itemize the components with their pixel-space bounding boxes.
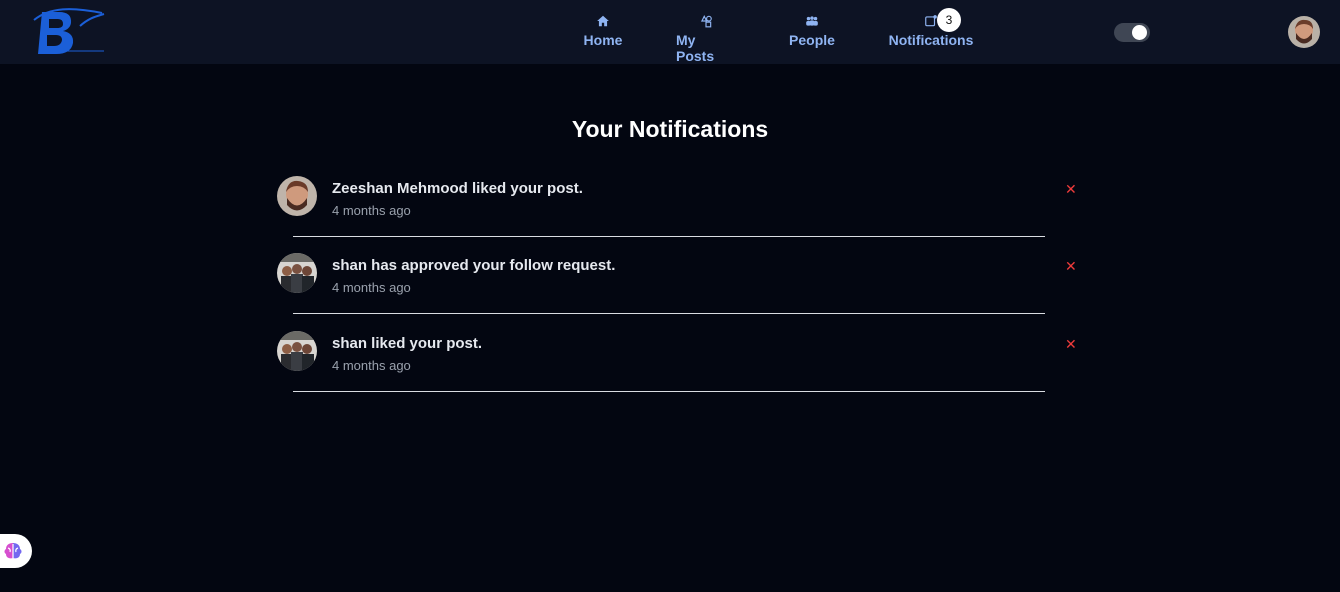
- theme-toggle[interactable]: [1114, 23, 1150, 42]
- top-navigation-bar: Home My Posts People Notifications 3: [0, 0, 1340, 64]
- notification-avatar[interactable]: [277, 253, 317, 293]
- notification-time: 4 months ago: [332, 358, 411, 373]
- nav-my-posts[interactable]: My Posts: [676, 14, 736, 64]
- people-icon: [806, 16, 818, 26]
- nav-my-posts-label: My Posts: [676, 32, 715, 64]
- notification-text: shan liked your post.: [332, 335, 483, 352]
- notification-text: shan has approved your follow request.: [332, 257, 616, 274]
- divider: [293, 391, 1045, 392]
- notification-text: Zeeshan Mehmood liked your post.: [332, 180, 583, 197]
- page-title: Your Notifications: [571, 116, 769, 142]
- shapes-icon: [700, 15, 712, 28]
- notification-time: 4 months ago: [332, 280, 411, 295]
- notifications-count-badge: 3: [937, 8, 961, 32]
- close-icon[interactable]: ✕: [1065, 337, 1077, 351]
- user-avatar[interactable]: [1288, 16, 1320, 48]
- nav-home-label: Home: [583, 32, 623, 48]
- nav-people[interactable]: People: [789, 14, 835, 48]
- close-icon[interactable]: ✕: [1065, 259, 1077, 273]
- notification-avatar[interactable]: [277, 331, 317, 371]
- home-icon: [597, 15, 609, 27]
- toggle-knob: [1132, 25, 1147, 40]
- notification-time: 4 months ago: [332, 203, 411, 218]
- brain-icon: [4, 543, 22, 559]
- notification-item: Zeeshan Mehmood liked your post. 4 month…: [277, 176, 1077, 254]
- divider: [293, 313, 1045, 314]
- assistant-button[interactable]: [0, 534, 32, 568]
- nav-home[interactable]: Home: [583, 14, 623, 48]
- brand-logo[interactable]: [32, 6, 112, 58]
- nav-people-label: People: [789, 32, 835, 48]
- notification-icon: [925, 15, 937, 27]
- close-icon[interactable]: ✕: [1065, 182, 1077, 196]
- notification-item: shan has approved your follow request. 4…: [277, 253, 1077, 331]
- nav-notifications[interactable]: Notifications: [888, 14, 974, 48]
- notification-item: shan liked your post. 4 months ago ✕: [277, 331, 1077, 409]
- divider: [293, 236, 1045, 237]
- notification-avatar[interactable]: [277, 176, 317, 216]
- nav-notifications-label: Notifications: [888, 32, 974, 48]
